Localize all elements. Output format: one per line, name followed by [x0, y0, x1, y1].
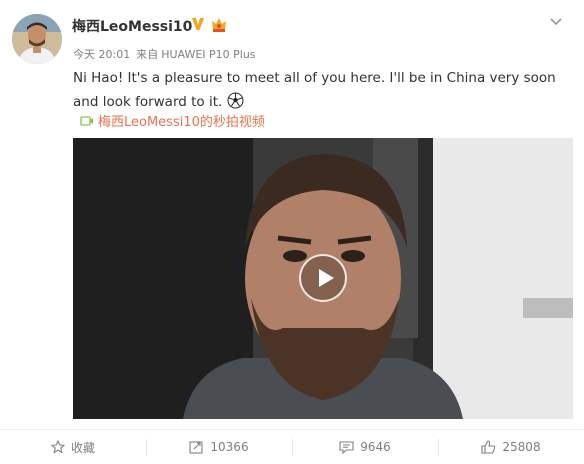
- like-button[interactable]: 25808: [438, 430, 584, 464]
- soccer-ball-icon: [227, 92, 244, 109]
- like-count: 25808: [502, 440, 541, 454]
- comment-icon: [339, 441, 354, 454]
- comment-count: 9646: [360, 440, 391, 454]
- star-icon: [50, 440, 65, 454]
- video-player[interactable]: [73, 138, 573, 419]
- avatar[interactable]: [12, 14, 62, 64]
- post-time[interactable]: 今天 20:01: [73, 48, 130, 61]
- video-link-label: 梅西LeoMessi10的秒拍视频: [98, 115, 265, 130]
- post-text: Ni Hao! It's a pleasure to meet all of y…: [73, 66, 563, 114]
- favorite-label: 收藏: [70, 440, 95, 455]
- chevron-down-icon[interactable]: [550, 18, 562, 26]
- username[interactable]: 梅西LeoMessi10: [72, 16, 192, 36]
- post-body: Ni Hao! It's a pleasure to meet all of y…: [73, 70, 556, 110]
- post-meta: 今天 20:01 来自 HUAWEI P10 Plus: [73, 46, 262, 62]
- repost-button[interactable]: 10366: [146, 430, 292, 464]
- video-link[interactable]: 梅西LeoMessi10的秒拍视频: [80, 111, 265, 130]
- weibo-post-card: 梅西LeoMessi10 今天 20:01 来自 HUAWEI P10 Plus N…: [0, 0, 584, 464]
- video-link-icon: [80, 115, 93, 126]
- play-button[interactable]: [299, 254, 347, 302]
- repost-icon: [189, 441, 203, 454]
- comment-button[interactable]: 9646: [292, 430, 438, 464]
- repost-count: 10366: [210, 440, 249, 454]
- source-device[interactable]: HUAWEI P10 Plus: [161, 48, 255, 61]
- favorite-button[interactable]: 收藏: [0, 430, 146, 464]
- source-prefix: 来自: [136, 48, 159, 61]
- action-bar: 收藏 10366 9646 25808: [0, 429, 584, 464]
- crown-icon[interactable]: [210, 16, 228, 33]
- verified-icon: [192, 18, 204, 30]
- like-icon: [481, 440, 496, 454]
